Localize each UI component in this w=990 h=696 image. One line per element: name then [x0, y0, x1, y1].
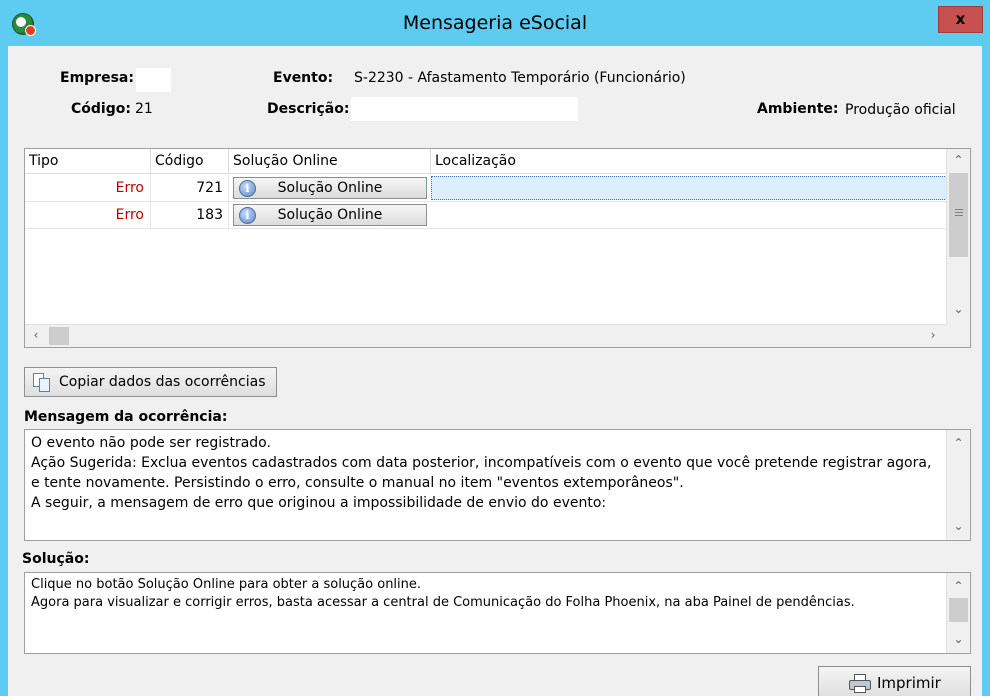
row-tipo: Erro	[25, 175, 151, 202]
grid-vertical-scrollbar[interactable]: ⌃ ⌄	[946, 149, 970, 324]
codigo-value: 21	[135, 101, 153, 117]
occurrences-grid[interactable]: Tipo Código Solução Online Localização E…	[24, 148, 971, 348]
empresa-value	[136, 68, 171, 92]
evento-value: S-2230 - Afastamento Temporário (Funcion…	[354, 70, 686, 86]
grid-vertical-thumb[interactable]	[949, 173, 968, 257]
column-header-solucao[interactable]: Solução Online	[229, 149, 431, 174]
column-header-tipo[interactable]: Tipo	[25, 149, 151, 174]
ambiente-label: Ambiente:	[757, 101, 839, 117]
descricao-label: Descrição:	[267, 101, 350, 117]
table-row[interactable]: Erro 183 i Solução Online	[25, 202, 947, 229]
codigo-label: Código:	[71, 101, 131, 117]
solucao-online-button[interactable]: i Solução Online	[233, 177, 427, 199]
solucao-online-label: Solução Online	[277, 207, 383, 223]
mensagem-title: Mensagem da ocorrência:	[24, 409, 228, 425]
row-localizacao[interactable]	[431, 176, 947, 200]
solucao-online-label: Solução Online	[277, 180, 383, 196]
row-codigo: 721	[151, 175, 229, 202]
print-button[interactable]: Imprimir	[818, 666, 971, 696]
info-icon: i	[239, 207, 256, 224]
solucao-line: Agora para visualizar e corrigir erros, …	[31, 595, 855, 610]
copy-occurrences-button[interactable]: Copiar dados das ocorrências	[24, 367, 277, 397]
ambiente-value: Produção oficial	[845, 102, 956, 118]
evento-label: Evento:	[273, 70, 334, 86]
printer-icon	[849, 674, 871, 693]
scroll-up-arrow-icon[interactable]: ⌃	[947, 576, 970, 598]
column-header-codigo[interactable]: Código	[151, 149, 229, 174]
row-tipo: Erro	[25, 202, 151, 229]
descricao-value	[351, 97, 578, 121]
scroll-left-arrow-icon[interactable]: ‹	[25, 325, 47, 347]
row-codigo: 183	[151, 202, 229, 229]
print-label: Imprimir	[877, 674, 941, 692]
mensagem-textbox[interactable]: O evento não pode ser registrado. Ação S…	[24, 429, 971, 541]
info-icon: i	[239, 180, 256, 197]
grid-horizontal-thumb[interactable]	[49, 327, 69, 345]
scroll-down-arrow-icon[interactable]: ⌄	[947, 629, 970, 651]
scroll-down-arrow-icon[interactable]: ⌄	[947, 299, 970, 321]
scroll-up-arrow-icon[interactable]: ⌃	[947, 433, 970, 455]
row-localizacao[interactable]	[431, 202, 947, 229]
table-row[interactable]: Erro 721 i Solução Online	[25, 175, 947, 202]
copy-occurrences-label: Copiar dados das ocorrências	[59, 374, 266, 390]
grid-horizontal-scrollbar[interactable]: ‹ ›	[25, 324, 970, 347]
solucao-online-button[interactable]: i Solução Online	[233, 204, 427, 226]
column-header-localizacao[interactable]: Localização	[431, 149, 947, 174]
scroll-down-arrow-icon[interactable]: ⌄	[947, 516, 970, 538]
mensagem-line: A seguir, a mensagem de erro que origino…	[31, 495, 607, 511]
mensagem-line: Ação Sugerida: Exclua eventos cadastrado…	[31, 455, 932, 471]
title-bar[interactable]: Mensageria eSocial x	[0, 0, 990, 46]
solucao-scroll-thumb[interactable]	[949, 598, 968, 622]
scrollbar-corner	[946, 324, 970, 347]
mensagem-line: e tente novamente. Persistindo o erro, c…	[31, 475, 684, 491]
empresa-label: Empresa:	[60, 70, 134, 86]
scroll-up-arrow-icon[interactable]: ⌃	[947, 150, 970, 172]
grid-header: Tipo Código Solução Online Localização	[25, 149, 947, 174]
solucao-title: Solução:	[22, 551, 90, 567]
mensagem-line: O evento não pode ser registrado.	[31, 435, 271, 451]
solucao-line: Clique no botão Solução Online para obte…	[31, 577, 422, 592]
copy-icon	[33, 373, 51, 392]
mensagem-scrollbar[interactable]: ⌃ ⌄	[946, 430, 970, 540]
window-title: Mensageria eSocial	[402, 12, 588, 34]
solucao-textbox[interactable]: Clique no botão Solução Online para obte…	[24, 572, 971, 654]
dialog-content: Empresa: Código: 21 Evento: S-2230 - Afa…	[8, 46, 982, 696]
close-button[interactable]: x	[938, 6, 983, 33]
solucao-scrollbar[interactable]: ⌃ ⌄	[946, 573, 970, 653]
scroll-right-arrow-icon[interactable]: ›	[922, 325, 944, 347]
